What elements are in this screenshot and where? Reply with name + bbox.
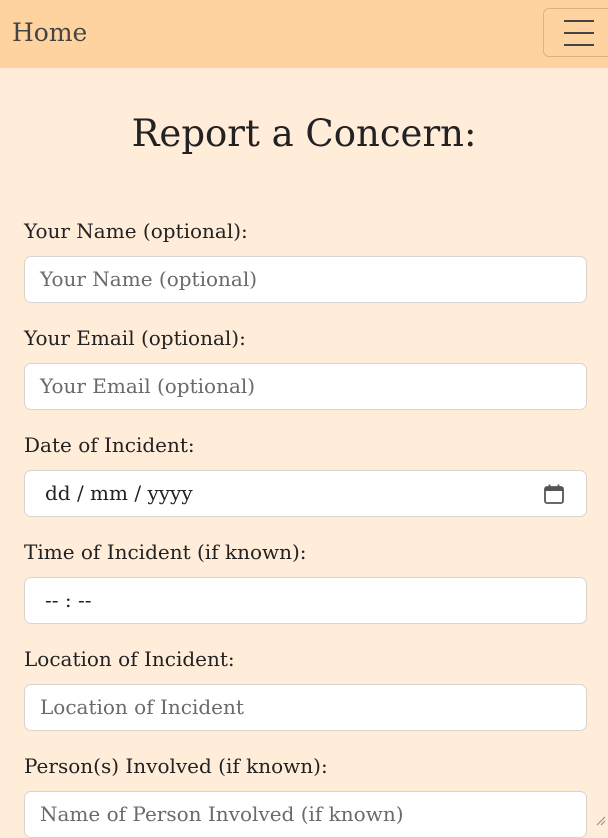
email-input-placeholder: Your Email (optional) bbox=[40, 374, 255, 398]
persons-input-placeholder: Name of Person Involved (if known) bbox=[40, 802, 404, 826]
page-title: Report a Concern: bbox=[0, 110, 608, 158]
persons-label: Person(s) Involved (if known): bbox=[24, 753, 328, 779]
time-input-value: -- : -- bbox=[25, 588, 91, 612]
navbar-toggle-button[interactable] bbox=[543, 8, 608, 57]
email-label: Your Email (optional): bbox=[24, 325, 246, 351]
location-label: Location of Incident: bbox=[24, 646, 235, 672]
time-input[interactable]: -- : -- bbox=[24, 577, 587, 624]
date-input[interactable]: dd / mm / yyyy bbox=[24, 470, 587, 517]
time-label: Time of Incident (if known): bbox=[24, 539, 307, 565]
resize-grip-icon[interactable] bbox=[594, 814, 606, 826]
location-input-placeholder: Location of Incident bbox=[40, 695, 244, 719]
name-input[interactable]: Your Name (optional) bbox=[24, 256, 587, 303]
persons-input[interactable]: Name of Person Involved (if known) bbox=[24, 791, 587, 838]
calendar-icon[interactable] bbox=[543, 483, 565, 505]
email-input[interactable]: Your Email (optional) bbox=[24, 363, 587, 410]
date-label: Date of Incident: bbox=[24, 432, 195, 458]
location-input[interactable]: Location of Incident bbox=[24, 684, 587, 731]
name-input-placeholder: Your Name (optional) bbox=[40, 267, 257, 291]
date-input-value: dd / mm / yyyy bbox=[25, 481, 193, 505]
name-label: Your Name (optional): bbox=[24, 218, 248, 244]
navbar: Home bbox=[0, 0, 608, 68]
home-link[interactable]: Home bbox=[12, 18, 87, 48]
